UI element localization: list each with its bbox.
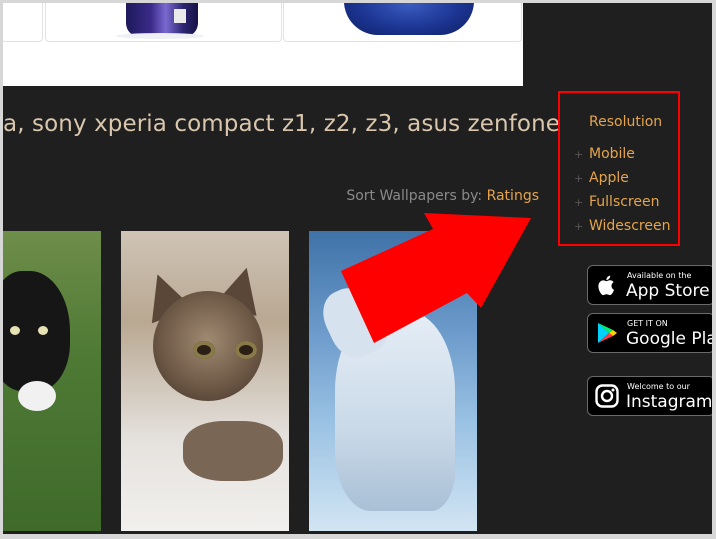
plus-icon: + <box>574 220 584 233</box>
product-bowl-image <box>344 3 474 35</box>
sort-label: Sort Wallpapers by: <box>346 188 487 204</box>
arrow-shape <box>341 213 531 343</box>
resolution-link-label[interactable]: Mobile <box>589 146 635 162</box>
product-strip <box>3 3 523 86</box>
google-play-badge[interactable]: GET IT ON Google Play <box>587 313 712 353</box>
kitten-eye-shape <box>38 326 48 335</box>
wallpaper-thumbnail-kitten-tabby[interactable] <box>121 231 289 531</box>
plus-icon: + <box>574 172 584 185</box>
sort-option-ratings[interactable]: Ratings <box>487 188 539 204</box>
badge-title: Instagram <box>626 392 712 412</box>
product-card[interactable] <box>3 3 43 42</box>
sort-control: Sort Wallpapers by: Ratings <box>346 188 539 204</box>
kitten-chest-shape <box>18 381 56 411</box>
resolution-item-apple[interactable]: + Apple <box>574 170 670 194</box>
kitten-eye-shape <box>193 341 215 359</box>
resolution-link-label[interactable]: Fullscreen <box>589 194 659 210</box>
badge-title: Google Play <box>626 329 712 349</box>
resolution-highlight-box: Resolution + Mobile + Apple + Fullscreen + W… <box>558 91 680 246</box>
instagram-icon <box>595 384 619 408</box>
resolution-heading: Resolution <box>589 114 663 130</box>
app-store-badge[interactable]: Available on the App Store <box>587 265 712 305</box>
product-card[interactable] <box>283 3 522 42</box>
instagram-badge[interactable]: Welcome to our Instagram <box>587 376 712 416</box>
resolution-item-fullscreen[interactable]: + Fullscreen <box>574 194 670 218</box>
red-arrow-annotation <box>341 213 531 343</box>
product-label-image <box>174 9 186 23</box>
badge-title: App Store <box>626 281 710 301</box>
plus-icon: + <box>574 148 584 161</box>
resolution-item-mobile[interactable]: + Mobile <box>574 146 670 170</box>
kitten-paw-shape <box>183 421 283 481</box>
resolution-link-label[interactable]: Apple <box>589 170 629 186</box>
product-base-image <box>116 33 204 39</box>
badge-caption: Available on the <box>627 271 692 280</box>
page-frame: a, sony xperia compact z1, z2, z3, asus … <box>3 3 712 534</box>
badge-caption: GET IT ON <box>627 319 668 328</box>
badge-caption: Welcome to our <box>627 382 690 391</box>
resolution-list: + Mobile + Apple + Fullscreen + Widescreen <box>574 146 670 242</box>
kitten-eye-shape <box>235 341 257 359</box>
wallpaper-thumbnail-kitten-black-white[interactable] <box>3 231 101 531</box>
page-title: a, sony xperia compact z1, z2, z3, asus … <box>3 111 561 137</box>
product-bottle-image <box>126 3 198 37</box>
product-card[interactable] <box>45 3 282 42</box>
resolution-link-label[interactable]: Widescreen <box>589 218 670 234</box>
resolution-item-widescreen[interactable]: + Widescreen <box>574 218 670 242</box>
kitten-eye-shape <box>10 326 20 335</box>
apple-icon <box>598 275 614 296</box>
google-play-icon <box>598 323 617 343</box>
plus-icon: + <box>574 196 584 209</box>
